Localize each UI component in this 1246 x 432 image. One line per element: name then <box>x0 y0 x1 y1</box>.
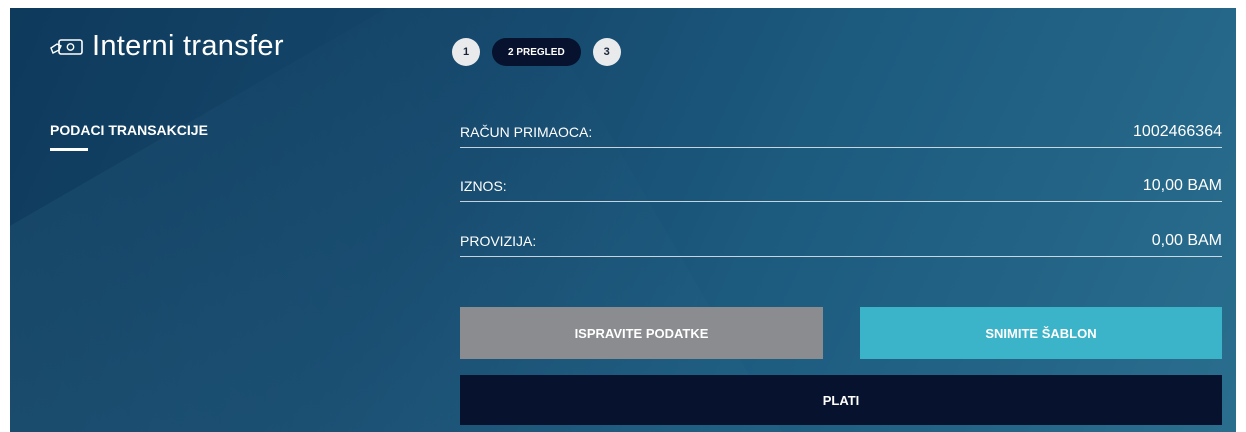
edit-data-button[interactable]: ISPRAVITE PODATKE <box>460 307 823 359</box>
detail-row-recipient-account: RAČUN PRIMAOCA: 1002466364 <box>460 117 1222 148</box>
step-2-active: 2 PREGLED <box>492 38 581 66</box>
page-title: Interni transfer <box>92 30 284 62</box>
detail-label: IZNOS: <box>460 178 507 194</box>
transfer-panel: Interni transfer 1 2 PREGLED 3 PODACI TR… <box>10 8 1236 432</box>
save-template-button[interactable]: SNIMITE ŠABLON <box>860 307 1222 359</box>
step-1[interactable]: 1 <box>452 38 480 66</box>
section-tab-transaction-data[interactable]: PODACI TRANSAKCIJE <box>50 122 208 138</box>
detail-value: 10,00 BAM <box>1142 177 1222 194</box>
detail-value: 1002466364 <box>1133 123 1222 140</box>
section-tab-underline <box>50 148 88 151</box>
detail-label: RAČUN PRIMAOCA: <box>460 124 593 140</box>
step-indicator: 1 2 PREGLED 3 <box>452 38 621 66</box>
step-3: 3 <box>592 38 621 66</box>
detail-row-fee: PROVIZIJA: 0,00 BAM <box>460 226 1222 257</box>
pay-button[interactable]: PLATI <box>460 375 1222 425</box>
detail-row-amount: IZNOS: 10,00 BAM <box>460 171 1222 202</box>
page-header: Interni transfer <box>50 30 284 63</box>
money-transfer-icon <box>50 38 83 55</box>
detail-value: 0,00 BAM <box>1151 232 1222 249</box>
detail-label: PROVIZIJA: <box>460 233 537 249</box>
